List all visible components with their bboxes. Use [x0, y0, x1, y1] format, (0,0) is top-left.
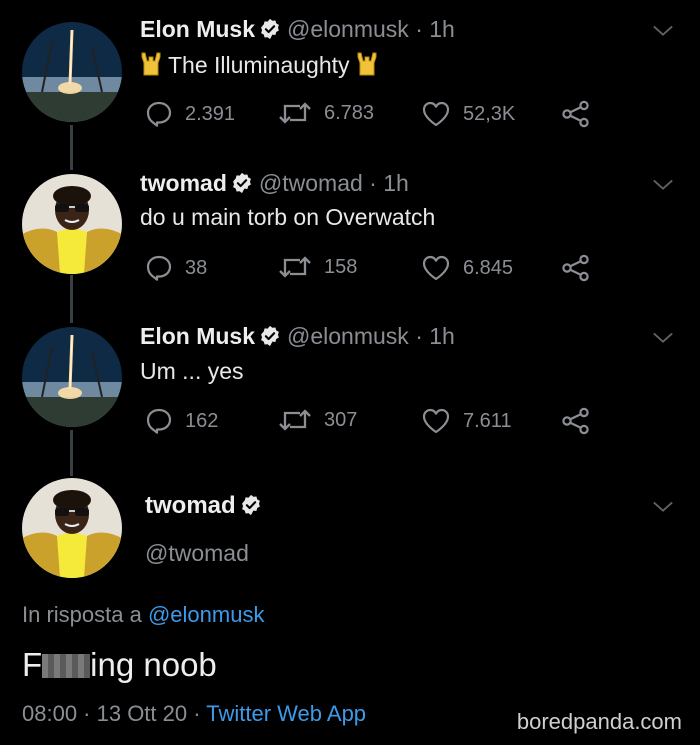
- share-button[interactable]: [561, 254, 591, 282]
- chevron-down-icon[interactable]: [652, 24, 674, 38]
- rocket-launch-avatar-icon: [22, 327, 122, 427]
- timestamp: · 1h: [415, 16, 455, 42]
- like-count: 52,3K: [463, 102, 516, 125]
- retweet-icon: [278, 407, 312, 433]
- display-name[interactable]: twomad: [140, 170, 227, 196]
- like-icon: [421, 100, 451, 128]
- source-link[interactable]: Twitter Web App: [206, 701, 366, 726]
- username[interactable]: @elonmusk: [287, 16, 409, 42]
- timestamp: · 1h: [415, 323, 455, 349]
- retweet-button[interactable]: 307: [278, 407, 357, 433]
- username[interactable]: @elonmusk: [287, 323, 409, 349]
- display-name[interactable]: Elon Musk: [140, 16, 255, 42]
- sign-of-horns-icon: [356, 51, 378, 77]
- retweet-count: 307: [324, 408, 358, 431]
- avatar[interactable]: [22, 327, 122, 427]
- like-button[interactable]: 52,3K: [421, 100, 515, 128]
- display-name: twomad: [145, 492, 236, 519]
- like-count: 6.845: [463, 256, 514, 279]
- retweet-button[interactable]: 6.783: [278, 100, 374, 126]
- sign-of-horns-icon: [140, 51, 162, 77]
- text-start: F: [22, 646, 43, 683]
- main-tweet-text: Fing noob: [22, 646, 217, 684]
- reply-button[interactable]: 2.391: [145, 100, 235, 128]
- reply-count: 162: [185, 409, 219, 432]
- censored-pixelation: [42, 654, 91, 678]
- username[interactable]: @twomad: [145, 540, 249, 567]
- tweet-header: Elon Musk @elonmusk · 1h: [140, 323, 455, 350]
- main-author-name[interactable]: twomad: [145, 492, 268, 520]
- tweet-text-content: The Illuminaughty: [167, 52, 350, 78]
- tweet-header: Elon Musk @elonmusk · 1h: [140, 16, 455, 43]
- like-count: 7.611: [463, 409, 512, 432]
- tweet[interactable]: Elon Musk @elonmusk · 1h Um ... yes 162 3…: [0, 307, 700, 457]
- full-timestamp: 08:00 · 13 Ott 20 ·: [22, 701, 201, 726]
- tweet-meta: 08:00 · 13 Ott 20 · Twitter Web App: [22, 701, 366, 727]
- share-icon: [561, 254, 591, 282]
- share-icon: [561, 407, 591, 435]
- verified-badge-icon: [259, 325, 281, 347]
- watermark: boredpanda.com: [516, 709, 682, 734]
- tweet-header: twomad @twomad · 1h: [140, 170, 409, 197]
- share-button[interactable]: [561, 407, 591, 435]
- reply-context: In risposta a @elonmusk: [22, 602, 264, 628]
- retweet-icon: [278, 100, 312, 126]
- tweet[interactable]: Elon Musk @elonmusk · 1h The Illuminaught…: [0, 0, 700, 150]
- action-bar: 2.391 6.783 52,3K: [145, 100, 595, 130]
- username[interactable]: @twomad: [259, 170, 363, 196]
- like-icon: [421, 254, 451, 282]
- tweet[interactable]: twomad @twomad · 1h do u main torb on Ove…: [0, 154, 700, 304]
- reply-icon: [145, 254, 173, 282]
- reply-to-link[interactable]: @elonmusk: [148, 602, 265, 627]
- chevron-down-icon[interactable]: [652, 178, 674, 192]
- like-button[interactable]: 6.845: [421, 254, 513, 282]
- tweet-text: The Illuminaughty: [140, 51, 378, 79]
- verified-badge-icon: [240, 494, 262, 516]
- retweet-button[interactable]: 158: [278, 254, 357, 280]
- display-name[interactable]: Elon Musk: [140, 323, 255, 349]
- text-end: ing noob: [90, 646, 217, 683]
- timestamp: · 1h: [369, 170, 409, 196]
- reply-button[interactable]: 38: [145, 254, 207, 282]
- action-bar: 38 158 6.845: [145, 254, 595, 284]
- verified-badge-icon: [259, 18, 281, 40]
- retweet-count: 158: [324, 255, 358, 278]
- reply-count: 38: [185, 256, 208, 279]
- reply-count: 2.391: [185, 102, 236, 125]
- retweet-icon: [278, 254, 312, 280]
- chevron-down-icon[interactable]: [652, 500, 674, 514]
- share-button[interactable]: [561, 100, 591, 128]
- reply-icon: [145, 407, 173, 435]
- like-icon: [421, 407, 451, 435]
- retweet-count: 6.783: [324, 101, 375, 124]
- chevron-down-icon[interactable]: [652, 331, 674, 345]
- like-button[interactable]: 7.611: [421, 407, 512, 435]
- share-icon: [561, 100, 591, 128]
- avatar[interactable]: [22, 478, 122, 578]
- avatar[interactable]: [22, 22, 122, 122]
- verified-badge-icon: [231, 172, 253, 194]
- avatar[interactable]: [22, 174, 122, 274]
- tweet-text: do u main torb on Overwatch: [140, 204, 436, 230]
- reply-icon: [145, 100, 173, 128]
- person-sunglasses-avatar-icon: [22, 174, 122, 274]
- action-bar: 162 307 7.611: [145, 407, 595, 437]
- tweet-text: Um ... yes: [140, 358, 244, 384]
- person-sunglasses-avatar-icon: [22, 478, 122, 578]
- reply-button[interactable]: 162: [145, 407, 218, 435]
- reply-prefix: In risposta a: [22, 602, 142, 627]
- rocket-launch-avatar-icon: [22, 22, 122, 122]
